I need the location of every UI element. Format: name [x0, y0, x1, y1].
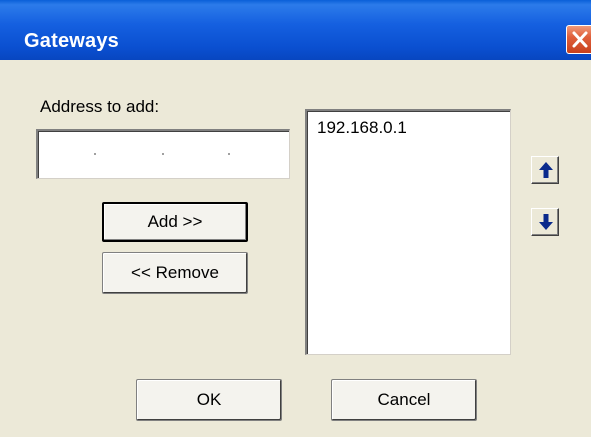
arrow-up-icon	[539, 162, 553, 178]
gateways-dialog: Gateways Address to add: Add >> << Remov…	[0, 0, 591, 437]
move-down-button[interactable]	[531, 208, 559, 236]
close-icon	[572, 31, 588, 48]
add-button[interactable]: Add >>	[102, 202, 248, 242]
move-up-button[interactable]	[531, 156, 559, 184]
cancel-button[interactable]: Cancel	[331, 379, 477, 421]
close-button[interactable]	[566, 25, 591, 54]
dialog-title: Gateways	[24, 30, 119, 52]
remove-button[interactable]: << Remove	[102, 252, 248, 294]
list-item[interactable]: 192.168.0.1	[317, 118, 407, 138]
ok-button[interactable]: OK	[136, 379, 282, 421]
title-bar[interactable]: Gateways	[0, 0, 591, 60]
arrow-down-icon	[539, 214, 553, 230]
ip-separator-dot	[228, 153, 230, 155]
ip-address-input[interactable]	[36, 129, 290, 179]
address-label: Address to add:	[40, 97, 160, 116]
gateway-list[interactable]: 192.168.0.1	[305, 109, 511, 355]
ip-separator-dot	[94, 153, 96, 155]
ip-separator-dot	[162, 153, 164, 155]
